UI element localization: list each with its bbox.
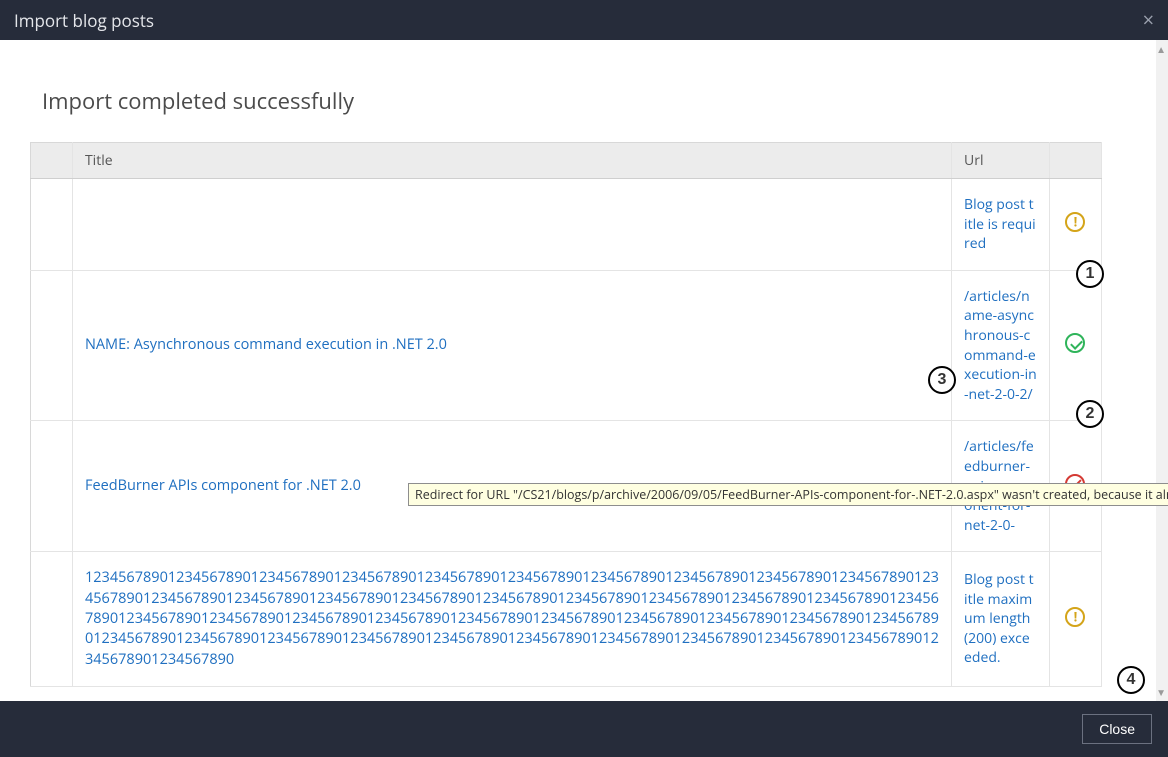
tooltip: Redirect for URL "/CS21/blogs/p/archive/… [408, 483, 1168, 506]
status-heading: Import completed successfully [42, 86, 1150, 116]
table-row: NAME: Asynchronous command execution in … [31, 270, 1102, 421]
scrollbar[interactable]: ▲ ▼ [1156, 40, 1168, 701]
modal-content: Import completed successfully Title Url … [4, 40, 1164, 701]
close-button[interactable]: Close [1082, 714, 1152, 744]
url-link[interactable]: Blog post title maximum length (200) exc… [964, 570, 1037, 668]
title-link[interactable]: 1234567890123456789012345678901234567890… [85, 568, 939, 668]
import-modal: Import blog posts × ▲ ▼ Import completed… [0, 0, 1168, 757]
success-icon [1065, 333, 1085, 353]
modal-header: Import blog posts × [0, 0, 1168, 40]
results-table: Title Url Blog post title is required [30, 142, 1102, 687]
row-lead [31, 421, 73, 552]
column-url: Url [952, 143, 1050, 179]
warning-icon [1065, 607, 1085, 627]
row-lead [31, 552, 73, 686]
close-icon[interactable]: × [1143, 10, 1154, 30]
warning-icon [1065, 212, 1085, 232]
modal-title: Import blog posts [14, 9, 154, 32]
column-status [1049, 143, 1101, 179]
column-title: Title [72, 143, 951, 179]
row-lead [31, 270, 73, 421]
title-link[interactable]: FeedBurner APIs component for .NET 2.0 [85, 476, 361, 495]
modal-footer: Close [0, 701, 1168, 757]
title-link[interactable]: NAME: Asynchronous command execution in … [85, 335, 447, 354]
url-link[interactable]: Blog post title is required [964, 195, 1037, 254]
url-link[interactable]: /articles/name-asynchronous-command-exec… [964, 287, 1037, 405]
table-row: Blog post title is required [31, 179, 1102, 271]
modal-body[interactable]: ▲ ▼ Import completed successfully Title … [0, 40, 1168, 701]
table-row: 1234567890123456789012345678901234567890… [31, 552, 1102, 686]
scroll-down-icon[interactable]: ▼ [1156, 685, 1166, 699]
column-lead [31, 143, 73, 179]
row-lead [31, 179, 73, 271]
scroll-up-icon[interactable]: ▲ [1156, 42, 1166, 56]
